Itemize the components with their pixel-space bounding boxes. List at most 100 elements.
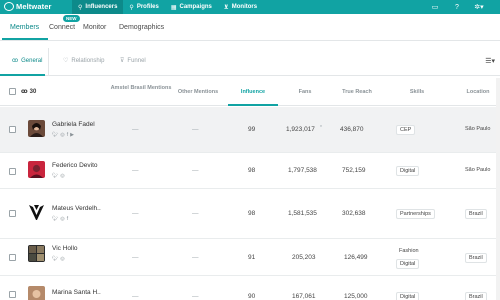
skill-tag[interactable]: Digital — [396, 259, 420, 269]
header-true-reach[interactable]: True Reach — [332, 88, 382, 96]
location: Brazil — [465, 253, 487, 263]
table-row[interactable]: Gabriela Fadel 🐦︎ ◎ f ▶ — — 99 1,923,017… — [0, 107, 500, 153]
avatar — [28, 286, 45, 300]
tab-general[interactable]: ꝏ General — [12, 57, 43, 65]
header-location[interactable]: Location — [460, 88, 496, 96]
table-header: ꝏ 30 Amstel Brasil Mentions Other Mentio… — [0, 78, 500, 106]
gear-icon[interactable]: ✲▾ — [468, 0, 490, 14]
true-reach: 436,870 — [340, 126, 364, 133]
skill-tag[interactable]: Partnerships — [396, 209, 435, 219]
table-row[interactable]: Federico Devito 🐦︎ ◎ — — 98 1,797,538 75… — [0, 153, 500, 189]
row-checkbox[interactable] — [9, 210, 16, 217]
fans-count: 167,061 — [292, 293, 316, 300]
people-icon: ꝏ — [12, 58, 19, 64]
subnav-monitor[interactable]: Monitor — [83, 24, 106, 31]
heart-icon: ♡ — [63, 58, 69, 64]
social-icons: 🐦︎ ◎ f ▶ — [52, 132, 74, 138]
skill-tag[interactable]: Digital — [396, 166, 420, 176]
social-icons: 🐦︎ ◎ — [52, 256, 65, 262]
tab-funnel[interactable]: ⊽ Funnel — [120, 57, 146, 65]
row-checkbox[interactable] — [9, 254, 16, 261]
nav-profiles[interactable]: ⚲ Profiles — [123, 0, 164, 14]
header-other-mentions[interactable]: Other Mentions — [168, 88, 228, 96]
active-subnav-indicator — [2, 38, 48, 40]
row-checkbox[interactable] — [9, 291, 16, 298]
logo-text: Meltwater — [16, 2, 52, 11]
fans-count: 205,203 — [292, 254, 316, 261]
twitter-icon[interactable]: 🐦︎ — [52, 132, 58, 138]
avatar — [28, 203, 45, 220]
funnel-icon: ⊽ — [120, 58, 125, 64]
tab-relationship[interactable]: ♡ Relationship — [63, 57, 104, 65]
new-badge: NEW — [63, 15, 80, 22]
other-mentions: — — [192, 126, 199, 133]
influencer-name[interactable]: Federico Devito — [52, 162, 98, 169]
header-skills[interactable]: Skills — [398, 88, 436, 96]
sorted-column-indicator — [228, 104, 278, 106]
subnav-demographics[interactable]: Demographics — [119, 24, 164, 31]
main-nav: ⚲ Influencers ⚲ Profiles ▦ Campaigns ⊻ M… — [72, 0, 263, 14]
table-row[interactable]: Marina Santa H.. — — 90 167,061 125,000 … — [0, 276, 500, 300]
list-view-icon[interactable]: ☰▾ — [485, 57, 495, 65]
member-count: ꝏ 30 — [21, 88, 37, 96]
nav-influencers[interactable]: ⚲ Influencers — [72, 0, 124, 14]
instagram-icon[interactable]: ◎ — [60, 216, 64, 222]
nav-campaigns[interactable]: ▦ Campaigns — [165, 0, 218, 14]
count-value: 30 — [29, 88, 37, 95]
instagram-icon[interactable]: ◎ — [60, 132, 64, 138]
skill-tag[interactable]: Fashion — [399, 248, 419, 254]
header-amstel-mentions[interactable]: Amstel Brasil Mentions — [110, 84, 172, 92]
avatar — [28, 161, 45, 178]
skill-tag[interactable]: Digital — [396, 292, 420, 300]
table-scrollbar[interactable] — [496, 78, 500, 300]
fans-count: 1,581,535 — [288, 210, 317, 217]
true-reach: 126,499 — [344, 254, 368, 261]
nav-monitors[interactable]: ⊻ Monitors — [218, 0, 263, 14]
help-icon[interactable]: ? — [446, 0, 468, 14]
subnav-connect[interactable]: Connect — [49, 24, 75, 31]
influencer-name[interactable]: Marina Santa H.. — [52, 289, 101, 296]
nav-label: Campaigns — [179, 4, 212, 10]
other-mentions: — — [192, 210, 199, 217]
influencer-name[interactable]: Vic Hollo — [52, 245, 78, 252]
amstel-mentions: — — [132, 167, 139, 174]
nav-label: Influencers — [85, 4, 118, 10]
table-row[interactable]: Vic Hollo 🐦︎ ◎ — — 91 205,203 126,499 Fa… — [0, 239, 500, 276]
youtube-icon[interactable]: ▶ — [70, 132, 74, 138]
profiles-icon: ⚲ — [129, 4, 134, 11]
instagram-icon[interactable]: ◎ — [60, 173, 64, 179]
nav-label: Profiles — [136, 4, 159, 10]
fans-count: 1,797,538 — [288, 167, 317, 174]
campaigns-icon: ▦ — [170, 4, 177, 11]
influencer-name[interactable]: Mateus Verdelh.. — [52, 205, 101, 212]
header-fans[interactable]: Fans — [285, 88, 325, 96]
chat-icon[interactable]: ▭ — [424, 0, 446, 14]
influencer-name[interactable]: Gabriela Fadel — [52, 121, 95, 128]
true-reach: 302,638 — [342, 210, 366, 217]
skill-tag[interactable]: CEP — [396, 125, 416, 135]
meltwater-logo-icon — [4, 2, 14, 11]
social-icons: 🐦︎ ◎ f — [52, 216, 68, 222]
location: Brazil — [465, 292, 487, 300]
table-row[interactable]: Mateus Verdelh.. 🐦︎ ◎ f — — 98 1,581,535… — [0, 189, 500, 239]
instagram-icon[interactable]: ◎ — [60, 256, 64, 262]
select-all-checkbox[interactable] — [9, 88, 16, 95]
twitter-icon[interactable]: 🐦︎ — [52, 256, 58, 262]
influence-score: 98 — [248, 167, 256, 174]
top-right-actions: ▭ ? ✲▾ — [424, 0, 500, 14]
influence-score: 99 — [248, 126, 256, 133]
subnav-members[interactable]: Members — [10, 24, 39, 31]
header-influence[interactable]: Influence — [228, 88, 278, 96]
twitter-icon[interactable]: 🐦︎ — [52, 216, 58, 222]
meltwater-logo[interactable]: Meltwater — [4, 2, 52, 11]
facebook-icon[interactable]: f — [67, 216, 68, 222]
fans-note: * — [320, 125, 322, 131]
true-reach: 752,159 — [342, 167, 366, 174]
view-tabs: ꝏ General ♡ Relationship ⊽ Funnel ☰▾ — [0, 48, 500, 76]
row-checkbox[interactable] — [9, 168, 16, 175]
twitter-icon[interactable]: 🐦︎ — [52, 173, 58, 179]
facebook-icon[interactable]: f — [67, 132, 68, 138]
tab-label: General — [21, 57, 43, 64]
nav-label: Monitors — [231, 4, 258, 10]
row-checkbox[interactable] — [9, 126, 16, 133]
